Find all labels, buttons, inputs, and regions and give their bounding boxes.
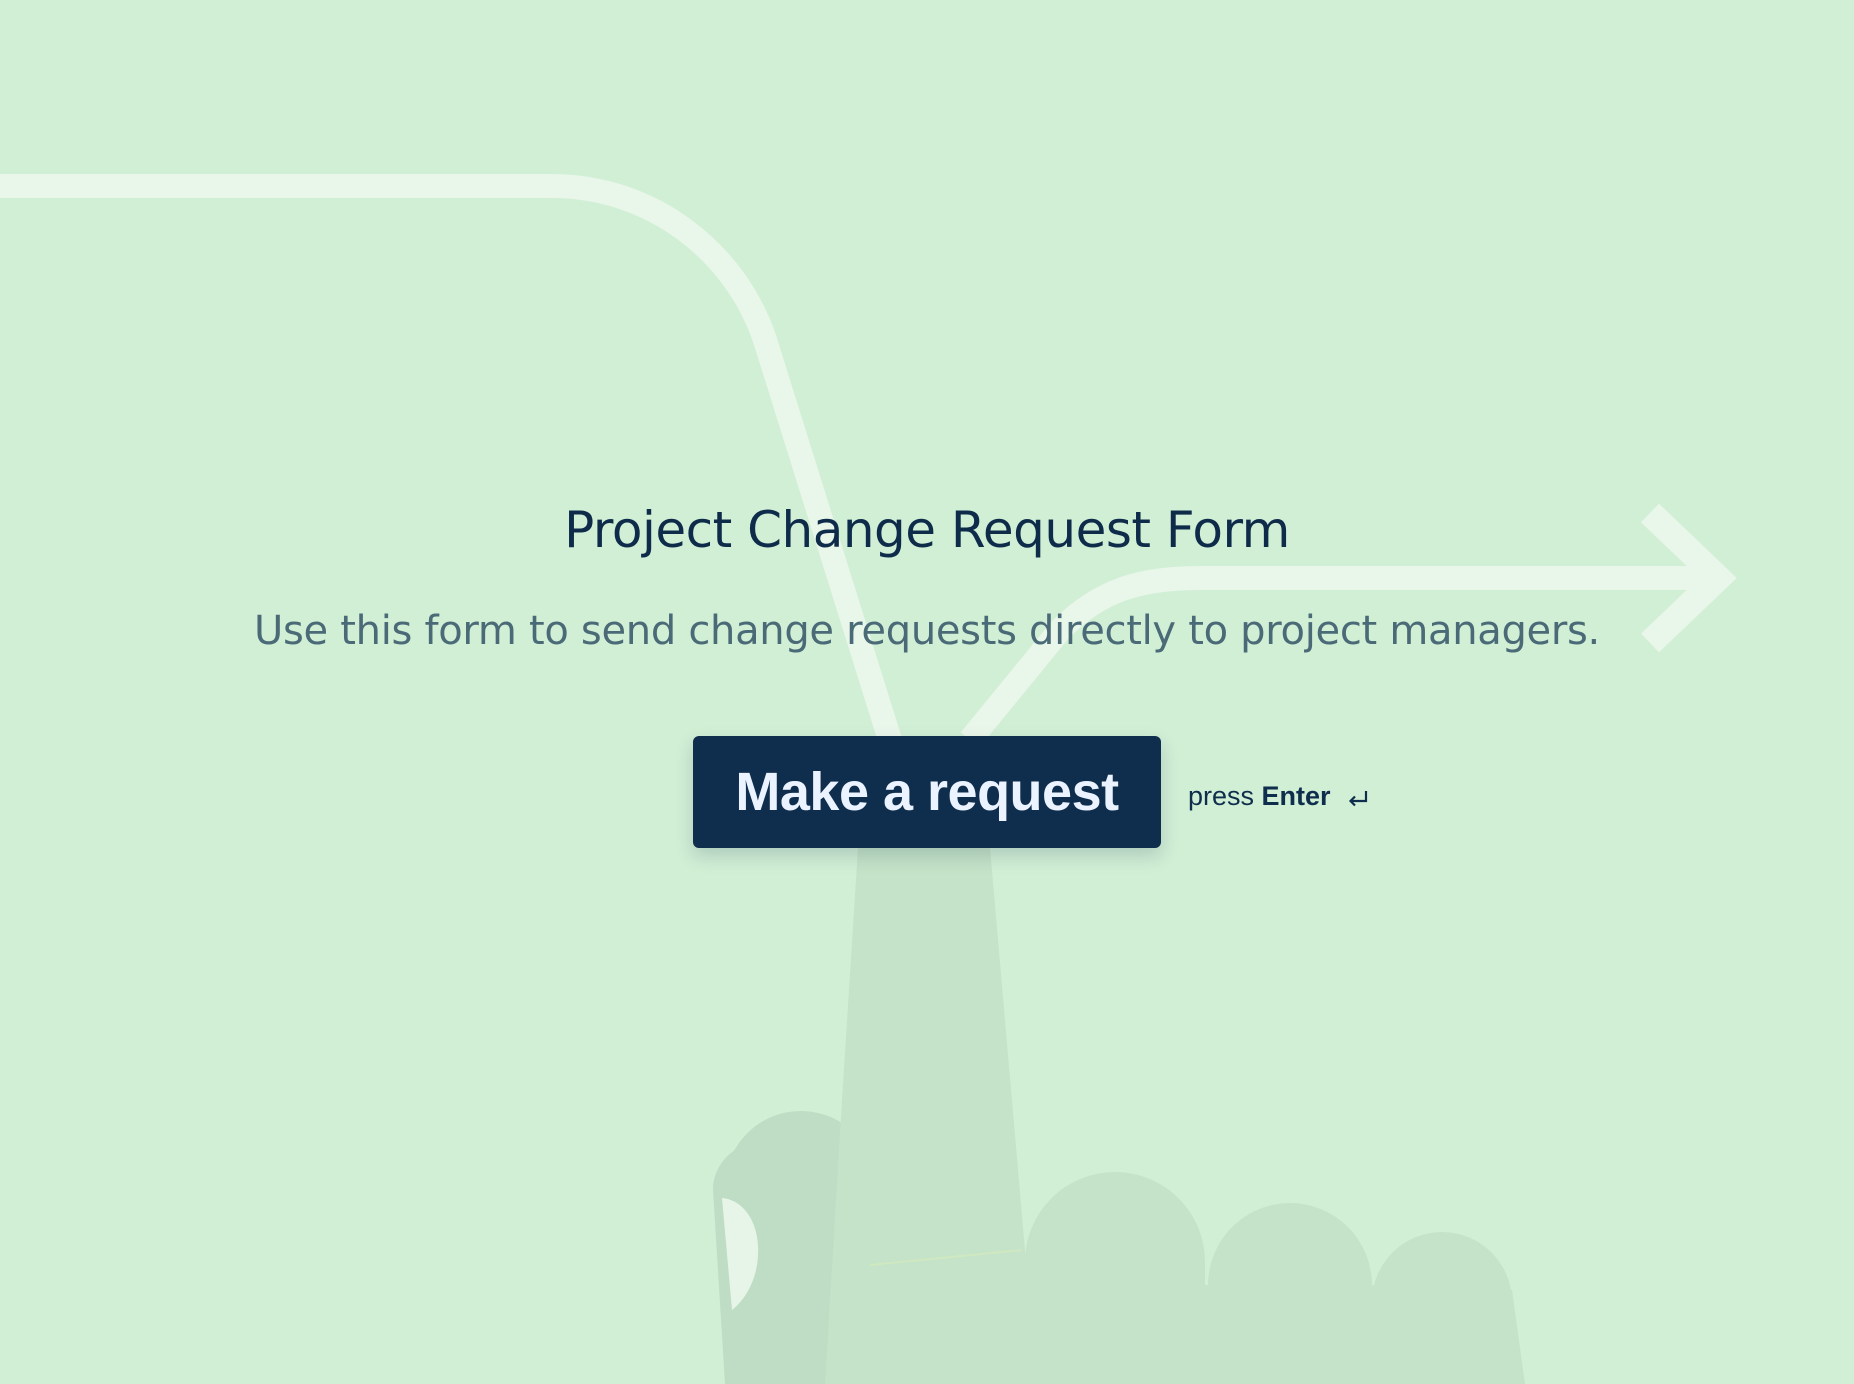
hint-prefix: press (1188, 781, 1255, 811)
welcome-screen: Project Change Request Form Use this for… (0, 0, 1854, 1384)
make-request-button[interactable]: Make a request (693, 736, 1161, 848)
enter-return-icon (1346, 782, 1370, 822)
form-title: Project Change Request Form (564, 501, 1290, 559)
keyboard-hint: press Enter (1188, 776, 1370, 822)
hint-key: Enter (1261, 781, 1331, 811)
form-description: Use this form to send change requests di… (254, 608, 1600, 654)
